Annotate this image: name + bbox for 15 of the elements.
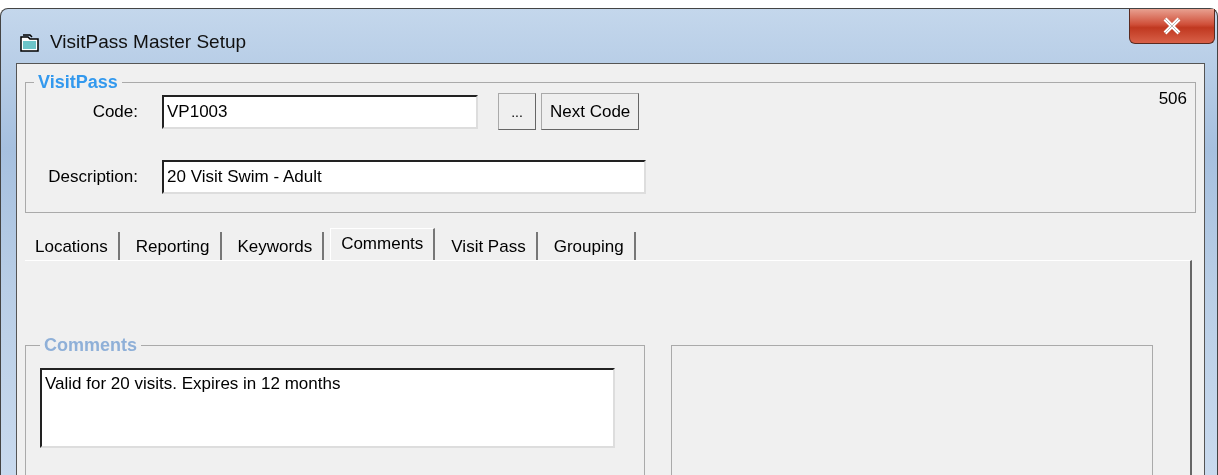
tab[interactable]: Comments bbox=[330, 228, 436, 260]
window-icon bbox=[20, 34, 40, 52]
close-button[interactable] bbox=[1129, 9, 1215, 44]
browse-button[interactable]: ... bbox=[498, 93, 536, 130]
next-code-button[interactable]: Next Code bbox=[541, 93, 640, 130]
comments-field[interactable]: Valid for 20 visits. Expires in 12 months bbox=[40, 368, 615, 448]
group-title: Comments bbox=[43, 335, 138, 356]
description-field[interactable]: 20 Visit Swim - Adult bbox=[162, 160, 646, 194]
close-icon bbox=[1161, 17, 1183, 35]
record-number: 506 bbox=[1158, 89, 1187, 109]
field-label: Code: bbox=[91, 101, 139, 122]
group-title: VisitPass bbox=[37, 72, 119, 93]
code-field[interactable]: VP1003 bbox=[162, 94, 478, 129]
field-label: Description: bbox=[47, 167, 139, 187]
window-title: VisitPass Master Setup bbox=[50, 31, 247, 53]
